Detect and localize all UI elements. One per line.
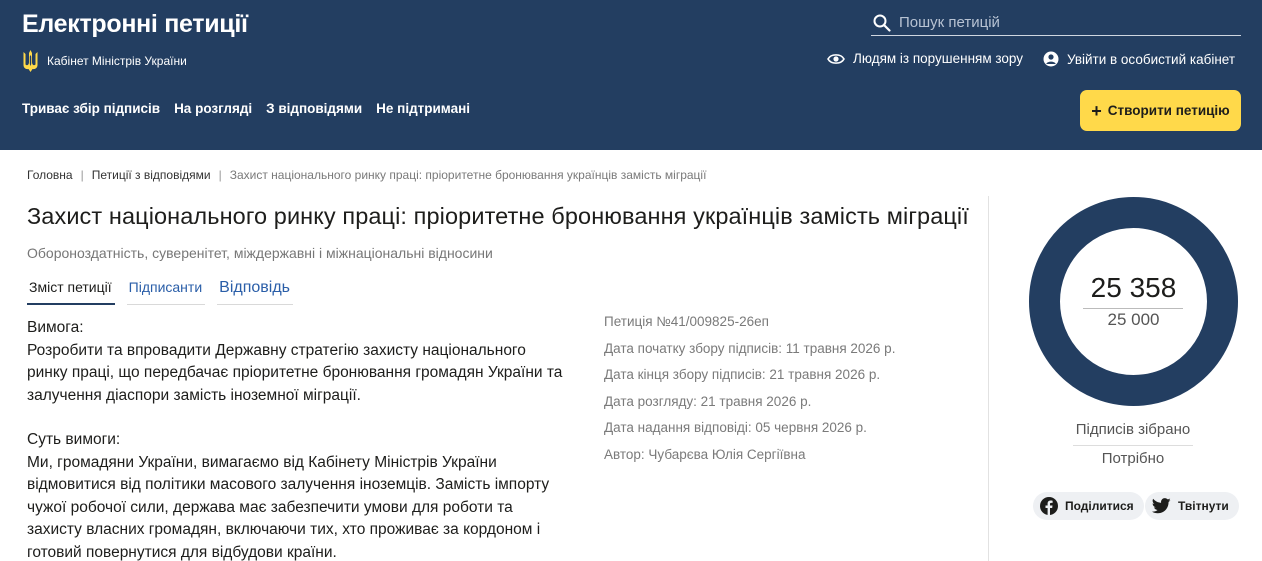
breadcrumb-current: Захист національного ринку праці: пріори… (229, 168, 707, 182)
petition-meta: Петиція №41/009825-26еп Дата початку збо… (604, 314, 895, 473)
column-divider (988, 196, 989, 561)
demand-text: Розробити та впровадити Державну стратег… (27, 341, 563, 404)
breadcrumb: Головна | Петиції з відповідями | Захист… (27, 168, 706, 182)
breadcrumb-home[interactable]: Головна (27, 168, 73, 182)
twitter-share-label: Твітнути (1178, 499, 1229, 513)
petition-category: Обороноздатність, суверенітет, міждержав… (27, 245, 493, 261)
twitter-share-button[interactable]: Твітнути (1145, 492, 1239, 520)
breadcrumb-separator: | (218, 168, 222, 182)
start-date: Дата початку збору підписів: 11 травня 2… (604, 340, 896, 356)
signatures-needed-count: 25 000 (1107, 310, 1160, 329)
label-divider (1073, 445, 1193, 446)
petition-body: Вимога: Розробити та впровадити Державну… (27, 317, 567, 561)
accessibility-link[interactable]: Людям із порушенням зору (827, 51, 1023, 66)
nav-not-supported[interactable]: Не підтримані (376, 101, 470, 116)
create-petition-label: Створити петицію (1107, 103, 1230, 118)
tab-signers[interactable]: Підписанти (126, 277, 206, 305)
nav-answered[interactable]: З відповідями (266, 101, 362, 116)
eye-icon (827, 53, 845, 64)
end-date: Дата кінця збору підписів: 21 травня 202… (604, 367, 881, 382)
page-title: Захист національного ринку праці: пріори… (27, 203, 969, 229)
answer-date: Дата надання відповіді: 05 червня 2026 р… (604, 420, 867, 435)
petition-number: Петиція №41/009825-26еп (604, 314, 769, 329)
search-icon[interactable] (873, 14, 891, 32)
facebook-share-label: Поділитися (1065, 499, 1134, 513)
breadcrumb-section[interactable]: Петиції з відповідями (92, 168, 211, 182)
login-link[interactable]: Увійти в особистий кабінет (1043, 51, 1235, 67)
essence-text: Ми, громадяни України, вимагаємо від Каб… (27, 453, 550, 561)
site-title[interactable]: Електронні петиції (22, 10, 248, 39)
search-input[interactable] (899, 14, 1219, 31)
user-icon (1043, 51, 1059, 67)
nav-under-review[interactable]: На розгляді (174, 101, 252, 116)
organization-link[interactable]: Кабінет Міністрів України (22, 49, 187, 73)
signatures-collected-label: Підписів зібрано (1075, 421, 1191, 438)
petition-author: Автор: Чубарєва Юлія Сергіївна (604, 446, 806, 462)
facebook-share-button[interactable]: Поділитися (1033, 492, 1144, 520)
breadcrumb-separator: | (80, 168, 84, 182)
signatures-needed-label: Потрібно (1101, 450, 1165, 467)
site-header: Електронні петиції Кабінет Міністрів Укр… (0, 0, 1262, 150)
create-petition-button[interactable]: + Створити петицію (1080, 90, 1241, 131)
search-bar (871, 10, 1241, 36)
tab-answer[interactable]: Відповідь (217, 277, 294, 305)
review-date: Дата розгляду: 21 травня 2026 р. (604, 393, 812, 409)
demand-heading: Вимога: (27, 319, 84, 336)
twitter-icon (1152, 498, 1171, 514)
organization-name: Кабінет Міністрів України (47, 54, 187, 68)
tab-content[interactable]: Зміст петиції (27, 277, 115, 305)
facebook-icon (1040, 497, 1058, 515)
accessibility-label: Людям із порушенням зору (853, 51, 1024, 66)
essence-heading: Суть вимоги: (27, 431, 121, 448)
petition-tabs: Зміст петиції Підписанти Відповідь (27, 277, 305, 305)
plus-icon: + (1091, 100, 1102, 121)
nav-collecting[interactable]: Триває збір підписів (22, 101, 160, 116)
trident-icon (23, 50, 38, 72)
count-divider (1083, 308, 1183, 309)
login-label: Увійти в особистий кабінет (1067, 51, 1236, 67)
main-nav: Триває збір підписів На розгляді З відпо… (22, 101, 470, 116)
signatures-collected-count: 25 358 (1090, 272, 1177, 303)
